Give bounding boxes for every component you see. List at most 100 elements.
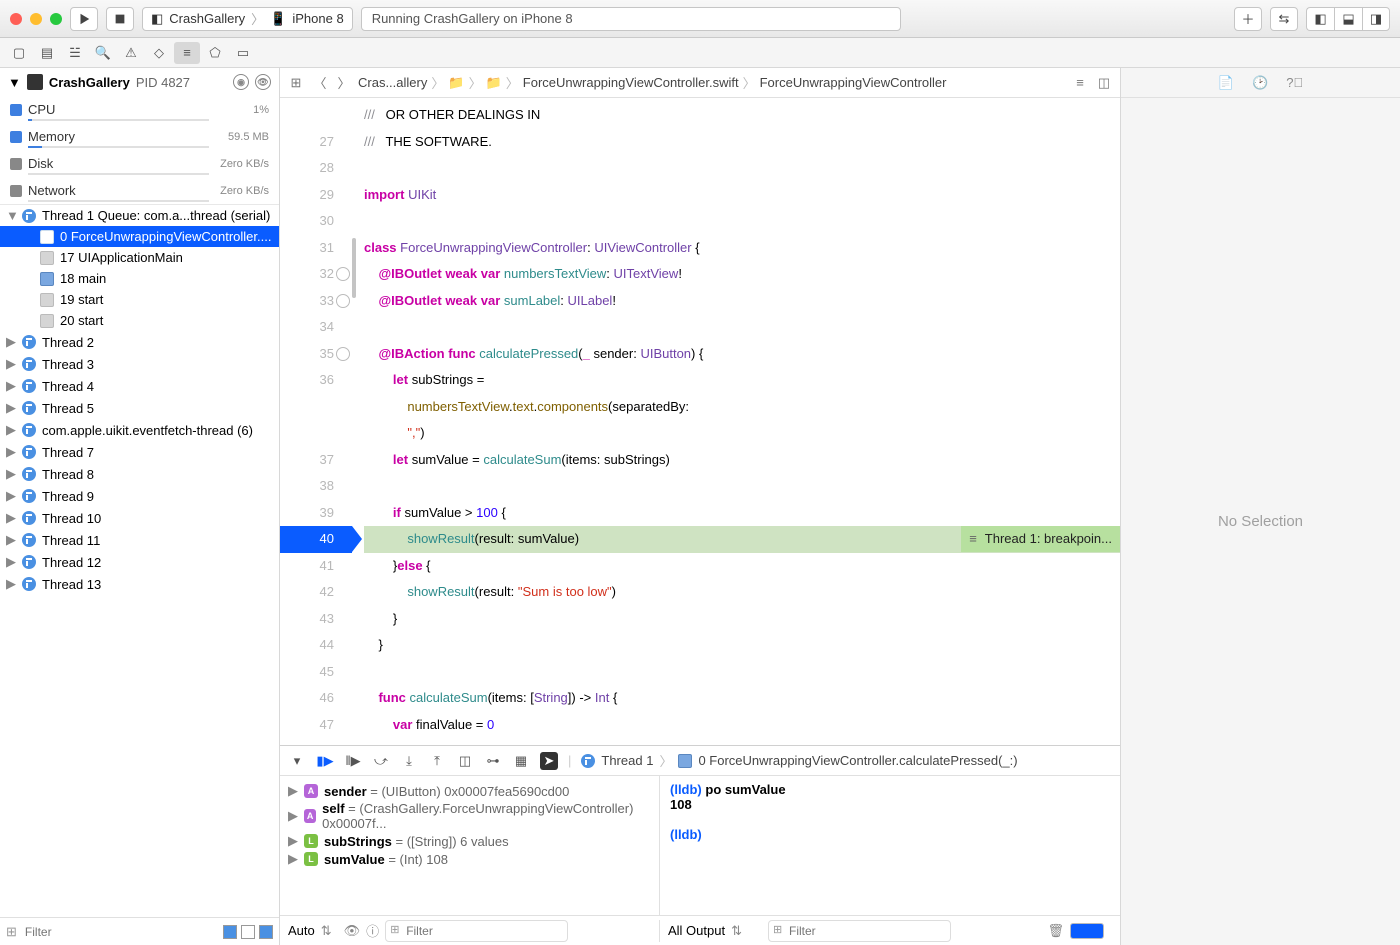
crumb-folder1[interactable]: 📁 — [448, 75, 464, 91]
hide-debug-icon[interactable]: ▾ — [288, 752, 306, 770]
code-line[interactable]: } — [364, 632, 1120, 659]
run-button[interactable] — [70, 7, 98, 31]
step-into-icon[interactable]: ⤓ — [400, 752, 418, 770]
filter-opt2-icon[interactable] — [241, 925, 255, 939]
console-view[interactable]: (lldb) po sumValue 108 (lldb) — [660, 776, 1120, 915]
code-line[interactable]: @IBAction func calculatePressed(_ sender… — [364, 341, 1120, 368]
close-window-icon[interactable] — [10, 13, 22, 25]
code-line[interactable]: showResult(result: "Sum is too low") — [364, 579, 1120, 606]
disclosure-icon[interactable]: ▶ — [288, 851, 298, 867]
debug-pane-toggle[interactable] — [1070, 923, 1104, 939]
code-line[interactable] — [364, 314, 1120, 341]
crumb-file[interactable]: ForceUnwrappingViewController.swift — [523, 75, 739, 90]
step-over-icon[interactable]: ⤻ — [372, 752, 390, 770]
line-number[interactable]: 39 — [280, 500, 352, 527]
process-header[interactable]: ▼ CrashGallery PID 4827 ◉ 👁 — [0, 68, 279, 96]
line-number[interactable]: 32 — [280, 261, 352, 288]
trash-icon[interactable]: 🗑 — [1047, 923, 1064, 939]
jump-bar[interactable]: ⊞ 〈 〉 Cras...allery 〉📁 〉📁 〉ForceUnwrappi… — [280, 68, 1120, 98]
library-button[interactable]: ＋ — [1234, 7, 1262, 31]
thread-row[interactable]: ▶Thread 11 — [0, 529, 279, 551]
code-line[interactable]: let subStrings = — [364, 367, 1120, 394]
code-line[interactable]: showResult(result: sumValue)≡Thread 1: b… — [364, 526, 1120, 553]
forward-icon[interactable]: 〉 — [334, 73, 354, 92]
find-nav-icon[interactable]: 🔍 — [90, 42, 116, 64]
memory-graph-icon[interactable]: ⊶ — [484, 752, 502, 770]
thread-row[interactable]: ▶Thread 9 — [0, 485, 279, 507]
output-scope-select[interactable]: All Output — [668, 923, 725, 938]
line-number[interactable]: 27 — [280, 129, 352, 156]
code-editor[interactable]: 27282930313233343536 3738394041424344454… — [280, 98, 1120, 745]
line-number[interactable]: 41 — [280, 553, 352, 580]
code-line[interactable]: @IBOutlet weak var numbersTextView: UITe… — [364, 261, 1120, 288]
line-number[interactable]: 34 — [280, 314, 352, 341]
variable-row[interactable]: ▶ A sender = (UIButton) 0x00007fea5690cd… — [288, 782, 651, 800]
crumb-project[interactable]: Cras...allery — [358, 75, 427, 90]
code-line[interactable] — [364, 659, 1120, 686]
line-number[interactable]: 40 — [280, 526, 352, 553]
issue-nav-icon[interactable]: ⚠ — [118, 42, 144, 64]
line-number[interactable]: 33 — [280, 288, 352, 315]
zoom-window-icon[interactable] — [50, 13, 62, 25]
line-number[interactable]: 35 — [280, 341, 352, 368]
thread-row[interactable]: ▼Thread 1 Queue: com.a...thread (serial) — [0, 205, 279, 226]
crumb-folder2[interactable]: 📁 — [486, 75, 502, 91]
thread-row[interactable]: ▶Thread 8 — [0, 463, 279, 485]
code-line[interactable] — [364, 208, 1120, 235]
debug-thread-label[interactable]: Thread 1 — [601, 753, 653, 768]
code-line[interactable]: numbersTextView.text.components(separate… — [364, 394, 1120, 421]
code-line[interactable]: }else { — [364, 553, 1120, 580]
variable-row[interactable]: ▶ A self = (CrashGallery.ForceUnwrapping… — [288, 800, 651, 832]
gauge-disk[interactable]: Disk Zero KB/s — [0, 150, 279, 177]
auto-scope-select[interactable]: Auto — [288, 923, 315, 938]
breakpoint-gutter-icon[interactable] — [336, 347, 350, 361]
thread-row[interactable]: ▶com.apple.uikit.eventfetch-thread (6) — [0, 419, 279, 441]
line-number[interactable]: 36 — [280, 367, 352, 394]
stack-frame-row[interactable]: 17 UIApplicationMain — [0, 247, 279, 268]
navigator-filter-input[interactable] — [21, 921, 219, 943]
location-icon[interactable]: ➤ — [540, 752, 558, 770]
back-icon[interactable]: 〈 — [310, 73, 330, 92]
disclosure-icon[interactable]: ▼ — [8, 75, 21, 90]
file-inspector-icon[interactable]: 📄 — [1218, 75, 1234, 91]
line-number[interactable]: 28 — [280, 155, 352, 182]
code-line[interactable]: if sumValue > 100 { — [364, 500, 1120, 527]
vars-filter-input[interactable] — [385, 920, 568, 942]
code-line[interactable] — [364, 473, 1120, 500]
filter-opt3-icon[interactable] — [259, 925, 273, 939]
project-nav-icon[interactable]: ▢ — [6, 42, 32, 64]
line-number[interactable] — [280, 420, 352, 447]
line-number[interactable]: 29 — [280, 182, 352, 209]
variable-row[interactable]: ▶ L sumValue = (Int) 108 — [288, 850, 651, 868]
code-line[interactable]: } — [364, 606, 1120, 633]
line-number[interactable]: 45 — [280, 659, 352, 686]
minimize-window-icon[interactable] — [30, 13, 42, 25]
line-number[interactable] — [280, 394, 352, 421]
env-overrides-icon[interactable]: ▦ — [512, 752, 530, 770]
toggle-bottom-panel-button[interactable]: ⬓ — [1334, 7, 1362, 31]
view-debug-icon[interactable]: ◫ — [456, 752, 474, 770]
breakpoint-gutter-icon[interactable] — [336, 267, 350, 281]
stack-frame-row[interactable]: 19 start — [0, 289, 279, 310]
debug-frame-label[interactable]: 0 ForceUnwrappingViewController.calculat… — [698, 753, 1017, 768]
help-inspector-icon[interactable]: ?⃝ — [1286, 75, 1303, 90]
line-number[interactable]: 42 — [280, 579, 352, 606]
info-icon[interactable]: ⓘ — [366, 921, 379, 940]
minimap-icon[interactable]: ≡ — [1070, 75, 1090, 90]
code-line[interactable]: @IBOutlet weak var sumLabel: UILabel! — [364, 288, 1120, 315]
line-number[interactable]: 38 — [280, 473, 352, 500]
thread-row[interactable]: ▶Thread 4 — [0, 375, 279, 397]
source-control-nav-icon[interactable]: ▤ — [34, 42, 60, 64]
code-line[interactable]: let sumValue = calculateSum(items: subSt… — [364, 447, 1120, 474]
report-nav-icon[interactable]: ▭ — [230, 42, 256, 64]
line-number[interactable]: 46 — [280, 685, 352, 712]
crumb-symbol[interactable]: ForceUnwrappingViewController — [760, 75, 947, 90]
line-number[interactable] — [280, 102, 352, 129]
toggle-right-panel-button[interactable]: ◨ — [1362, 7, 1390, 31]
thread-row[interactable]: ▶Thread 2 — [0, 331, 279, 353]
symbol-nav-icon[interactable]: ☱ — [62, 42, 88, 64]
gauge-network[interactable]: Network Zero KB/s — [0, 177, 279, 204]
stack-frame-row[interactable]: 20 start — [0, 310, 279, 331]
thread-row[interactable]: ▶Thread 7 — [0, 441, 279, 463]
filter-opt1-icon[interactable] — [223, 925, 237, 939]
